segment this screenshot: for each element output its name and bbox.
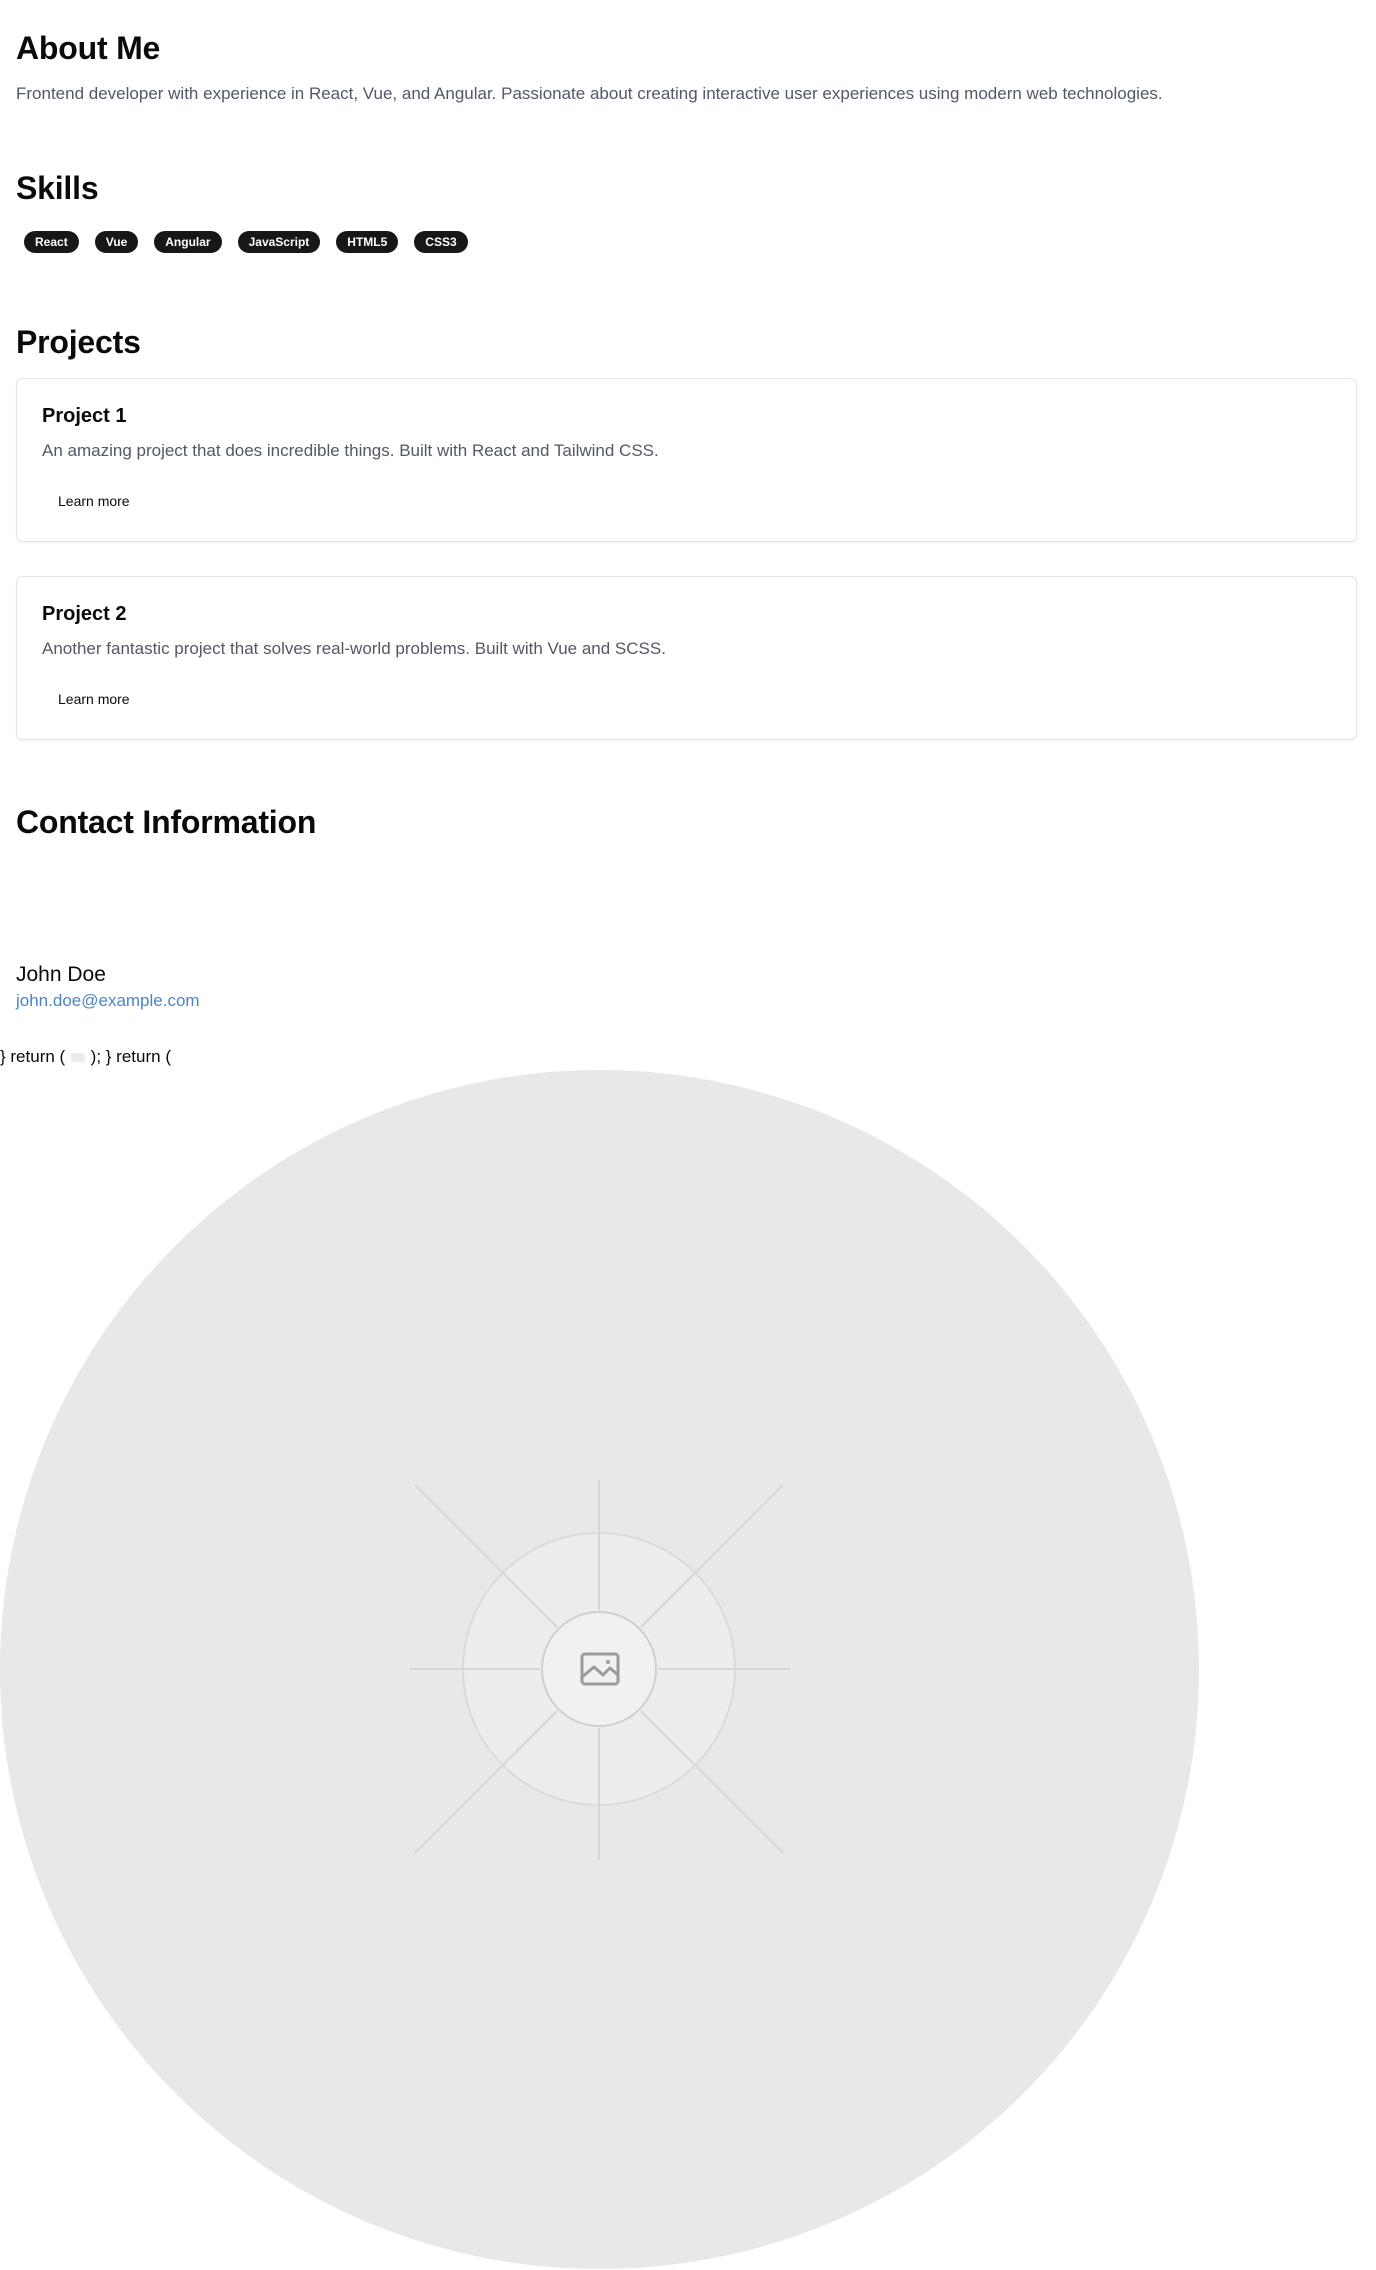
skills-title: Skills	[16, 170, 99, 206]
project-card: Project 2 Another fantastic project that…	[16, 576, 1357, 740]
project-description: Another fantastic project that solves re…	[42, 639, 666, 658]
contact-name: John Doe	[16, 963, 106, 986]
skill-badge: JavaScript	[237, 231, 321, 253]
skill-badge: CSS3	[414, 231, 468, 253]
stray-code-after: ); } return (	[90, 1047, 171, 1066]
project-title: Project 1	[42, 405, 127, 427]
contact-title: Contact Information	[16, 804, 317, 840]
skill-badge: Angular	[154, 231, 222, 253]
broken-image-icon	[70, 1053, 85, 1063]
skill-badge: Vue	[94, 231, 139, 253]
projects-title: Projects	[16, 324, 141, 360]
skill-badge: HTML5	[336, 231, 399, 253]
placeholder-image	[0, 1070, 1199, 2269]
portfolio-page: About Me Frontend developer with experie…	[0, 0, 1376, 2270]
project-description: An amazing project that does incredible …	[42, 441, 659, 460]
inner-circle	[541, 1611, 657, 1727]
stray-code-text: } return ( ); } return (	[0, 1047, 171, 1067]
about-title: About Me	[16, 30, 161, 66]
stray-code-before: } return (	[0, 1047, 66, 1066]
placeholder-graphic	[410, 1480, 790, 1860]
about-text: Frontend developer with experience in Re…	[16, 84, 1163, 103]
skills-list: React Vue Angular JavaScript HTML5 CSS3	[24, 231, 468, 253]
learn-more-button[interactable]: Learn more	[42, 483, 146, 519]
learn-more-button[interactable]: Learn more	[42, 681, 146, 717]
project-card: Project 1 An amazing project that does i…	[16, 378, 1357, 542]
skill-badge: React	[24, 231, 79, 253]
project-title: Project 2	[42, 603, 127, 625]
contact-email-link[interactable]: john.doe@example.com	[16, 991, 200, 1011]
